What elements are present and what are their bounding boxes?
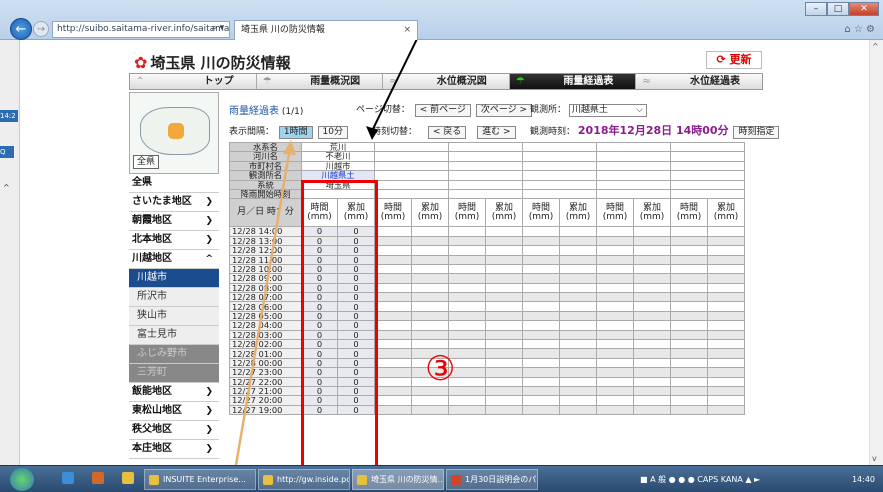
taskbar-item-ppt[interactable]: 1月30日説明会のパ... — [446, 469, 538, 490]
close-window-button[interactable]: ✕ — [849, 2, 879, 16]
taskbar-item-gw[interactable]: http://gw.inside.pc... — [258, 469, 350, 490]
scroll-up-icon[interactable]: ^ — [872, 42, 879, 51]
browser-toolbar-icons[interactable]: ⌂ ☆ ⚙ — [844, 24, 875, 35]
arrow-to-interval — [234, 147, 292, 465]
taskbar-item-insuite[interactable]: INSUITE Enterprise... — [144, 469, 256, 490]
tab-close-icon[interactable]: × — [403, 21, 411, 39]
taskbar: INSUITE Enterprise... http://gw.inside.p… — [0, 465, 883, 492]
ie-icon — [263, 475, 273, 485]
ie-icon[interactable] — [62, 472, 74, 484]
page: 14:2 Q ^ ✿ 埼玉県 川の防災情報 ⟳ 更新 ⌃ トップ ☂ 雨量概況図 ≈… — [0, 40, 883, 492]
address-bar[interactable]: http://suibo.saitama-river.info/saitama/… — [52, 21, 230, 38]
forward-button[interactable]: → — [33, 21, 49, 37]
annotation-arrows — [234, 40, 418, 465]
tray-icons[interactable]: ■ A 般 ● ● ● CAPS KANA ▲ ► — [640, 469, 760, 490]
ie-icon — [149, 475, 159, 485]
folder-icon[interactable] — [122, 472, 134, 484]
address-search-icon[interactable]: ⌕ ▾ — [206, 21, 230, 38]
ie-icon — [357, 475, 367, 485]
explorer-icon[interactable] — [92, 472, 104, 484]
arrow-to-box — [371, 40, 418, 132]
browser-tab[interactable]: 埼玉県 川の防災情報 × — [234, 20, 418, 40]
arrowhead-down — [366, 126, 378, 140]
clock: 14:40 — [851, 475, 875, 484]
window-controls: – □ ✕ — [805, 2, 879, 16]
start-button[interactable] — [10, 468, 34, 491]
taskbar-item-saitama[interactable]: 埼玉県 川の防災情... — [352, 469, 444, 490]
system-tray: ■ A 般 ● ● ● CAPS KANA ▲ ► 14:40 — [640, 469, 883, 490]
powerpoint-icon — [451, 475, 461, 485]
page-scrollbar[interactable]: ^ v — [869, 40, 883, 465]
scroll-down-icon[interactable]: v — [872, 454, 877, 463]
maximize-button[interactable]: □ — [827, 2, 849, 16]
minimize-button[interactable]: – — [805, 2, 827, 16]
browser-chrome: – □ ✕ ← → http://suibo.saitama-river.inf… — [0, 0, 883, 40]
arrowhead-up — [283, 140, 296, 155]
back-button[interactable]: ← — [10, 18, 32, 40]
tab-title: 埼玉県 川の防災情報 — [241, 25, 325, 35]
